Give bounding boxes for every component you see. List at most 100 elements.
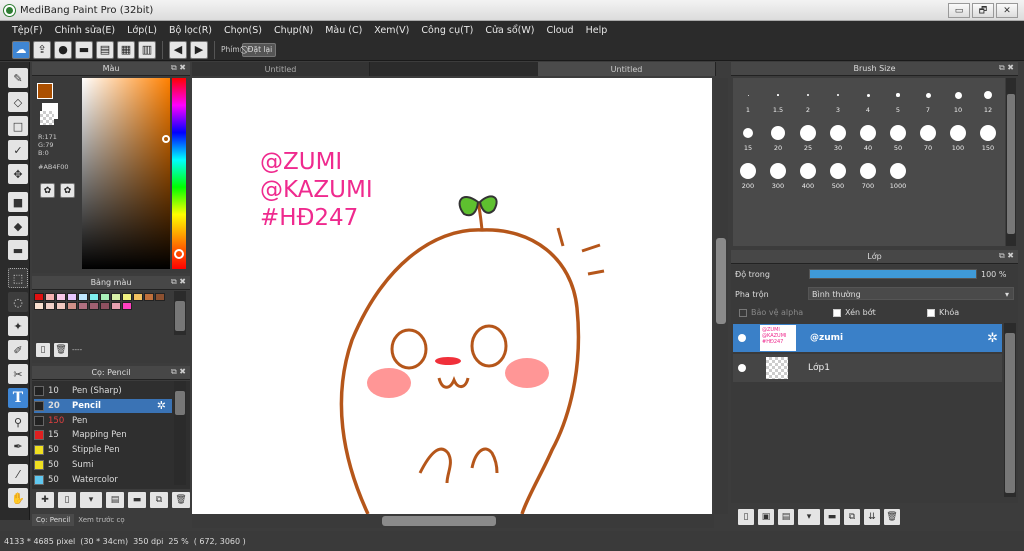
hue-slider[interactable] bbox=[172, 78, 186, 269]
shape-tool-icon[interactable]: □ bbox=[8, 116, 28, 136]
new-palette-icon[interactable]: ▯ bbox=[36, 343, 50, 357]
menu-color[interactable]: Màu (C) bbox=[319, 25, 368, 36]
color-picker-icon[interactable]: ✿ bbox=[60, 183, 75, 198]
palette-scrollbar[interactable] bbox=[174, 291, 186, 335]
palette-color-swatch[interactable] bbox=[78, 293, 88, 301]
palette-color-swatch[interactable] bbox=[155, 293, 165, 301]
merge-layer-icon[interactable]: ⇊ bbox=[864, 509, 880, 525]
brush-item[interactable]: 50 Sumi bbox=[34, 458, 172, 472]
tab-document-1[interactable]: Untitled bbox=[192, 62, 370, 76]
hand-tool-icon[interactable]: ✋ bbox=[8, 488, 28, 508]
select-eraser-icon[interactable]: ✂ bbox=[8, 364, 28, 384]
cloud-icon[interactable]: ☁ bbox=[12, 40, 30, 59]
duplicate-brush-icon[interactable]: ⧉ bbox=[150, 492, 168, 508]
new-halftone-layer-icon[interactable]: ▣ bbox=[758, 509, 774, 525]
brush-size-option[interactable]: 20 bbox=[763, 122, 793, 152]
undo-icon[interactable]: ◀ bbox=[169, 40, 187, 59]
canvas-horizontal-scrollbar[interactable] bbox=[192, 514, 714, 528]
fill-rect-icon[interactable]: ■ bbox=[8, 192, 28, 212]
tab-brush[interactable]: Cọ: Pencil bbox=[32, 514, 75, 526]
reset-button[interactable]: ⃠Đặt lại bbox=[241, 42, 277, 57]
palette-color-swatch[interactable] bbox=[89, 302, 99, 310]
select-rect-icon[interactable]: ⬚ bbox=[8, 268, 28, 288]
transparent-swatch[interactable] bbox=[40, 111, 54, 125]
brush-size-option[interactable]: 700 bbox=[853, 160, 883, 190]
menu-edit[interactable]: Chỉnh sửa(E) bbox=[49, 25, 122, 36]
comment-icon[interactable]: ● bbox=[54, 40, 72, 59]
brush-settings-icon[interactable]: ✲ bbox=[157, 399, 166, 412]
brush-item[interactable]: 15 Mapping Pen bbox=[34, 428, 172, 442]
brush-size-close-icon[interactable]: ⧉ ✖ bbox=[999, 63, 1014, 73]
brush-item[interactable]: 50 Stipple Pen bbox=[34, 443, 172, 457]
document-icon[interactable]: ▤ bbox=[96, 40, 114, 59]
menu-cloud[interactable]: Cloud bbox=[540, 25, 579, 36]
gradient-tool-icon[interactable]: ▬ bbox=[8, 240, 28, 260]
tab-document-2[interactable]: Untitled bbox=[538, 62, 716, 76]
menu-window[interactable]: Cửa sổ(W) bbox=[479, 25, 540, 36]
add-brush-icon[interactable]: ✚ bbox=[36, 492, 54, 508]
delete-palette-icon[interactable]: 🗑 bbox=[54, 343, 68, 357]
brush-size-scrollbar[interactable] bbox=[1006, 78, 1016, 246]
menu-filter[interactable]: Bộ lọc(R) bbox=[163, 25, 218, 36]
layer-scrollbar[interactable] bbox=[1004, 323, 1016, 497]
brush-size-option[interactable]: 200 bbox=[733, 160, 763, 190]
magic-wand-icon[interactable]: ✦ bbox=[8, 316, 28, 336]
brush-size-option[interactable]: 40 bbox=[853, 122, 883, 152]
menu-tools[interactable]: Công cụ(T) bbox=[415, 25, 479, 36]
palette-color-swatch[interactable] bbox=[133, 293, 143, 301]
canvas-vertical-scrollbar[interactable] bbox=[714, 78, 728, 514]
menu-layer[interactable]: Lớp(L) bbox=[121, 25, 163, 36]
brush-size-option[interactable]: 12 bbox=[973, 84, 1003, 114]
brush-size-option[interactable]: 300 bbox=[763, 160, 793, 190]
redo-icon[interactable]: ▶ bbox=[190, 40, 208, 59]
eyedropper-icon[interactable]: ⁄ bbox=[8, 464, 28, 484]
minimize-button[interactable]: ▭ bbox=[948, 3, 970, 18]
brush-size-option[interactable]: 400 bbox=[793, 160, 823, 190]
brush-doc-icon[interactable]: ▤ bbox=[106, 492, 124, 508]
new-folder-icon[interactable]: ▬ bbox=[824, 509, 840, 525]
layer-visibility-icon[interactable] bbox=[738, 334, 746, 342]
export-icon[interactable]: ⇪ bbox=[33, 40, 51, 59]
brush-size-option[interactable]: 100 bbox=[943, 122, 973, 152]
palette-color-swatch[interactable] bbox=[78, 302, 88, 310]
dropper-tool-icon[interactable]: ✒ bbox=[8, 436, 28, 456]
layer-row-lop1[interactable]: Lớp1 bbox=[733, 354, 1002, 382]
brush-size-option[interactable]: 150 bbox=[973, 122, 1003, 152]
brush-size-option[interactable]: 1 bbox=[733, 84, 763, 114]
palette-color-swatch[interactable] bbox=[56, 293, 66, 301]
new-layer-icon[interactable]: ▯ bbox=[738, 509, 754, 525]
brush-size-option[interactable]: 3 bbox=[823, 84, 853, 114]
brush-size-option[interactable]: 4 bbox=[853, 84, 883, 114]
palette-color-swatch[interactable] bbox=[89, 293, 99, 301]
brush-size-option[interactable]: 25 bbox=[793, 122, 823, 152]
bucket-tool-icon[interactable]: ◆ bbox=[8, 216, 28, 236]
operation-tool-icon[interactable]: ⚲ bbox=[8, 412, 28, 432]
blend-mode-select[interactable]: Bình thường ▾ bbox=[808, 287, 1014, 300]
palette-color-swatch[interactable] bbox=[67, 302, 77, 310]
message-icon[interactable]: ▬ bbox=[75, 40, 93, 59]
restore-button[interactable]: 🗗 bbox=[972, 3, 994, 18]
dot-brush-icon[interactable]: ✓ bbox=[8, 140, 28, 160]
brush-size-option[interactable]: 1000 bbox=[883, 160, 913, 190]
protect-alpha-checkbox[interactable]: Bảo vệ alpha bbox=[739, 308, 803, 317]
brush-item[interactable]: 50 Watercolor bbox=[34, 473, 172, 487]
palette-color-swatch[interactable] bbox=[56, 302, 66, 310]
brush-size-option[interactable]: 500 bbox=[823, 160, 853, 190]
color-wheel-icon[interactable]: ✿ bbox=[40, 183, 55, 198]
palette-color-swatch[interactable] bbox=[100, 293, 110, 301]
menu-help[interactable]: Help bbox=[580, 25, 614, 36]
palette-color-swatch[interactable] bbox=[45, 302, 55, 310]
brush-tool-icon[interactable]: ✎ bbox=[8, 68, 28, 88]
menu-snap[interactable]: Chụp(N) bbox=[268, 25, 319, 36]
grid-icon[interactable]: ▥ bbox=[138, 40, 156, 59]
palette-color-swatch[interactable] bbox=[34, 302, 44, 310]
brush-item[interactable]: 20 Pencil ✲ bbox=[34, 398, 172, 413]
move-tool-icon[interactable]: ✥ bbox=[8, 164, 28, 184]
palette-color-swatch[interactable] bbox=[111, 302, 121, 310]
new-8bit-layer-icon[interactable]: ▤ bbox=[778, 509, 794, 525]
tab-brush-preview[interactable]: Xem trước cọ bbox=[74, 514, 128, 526]
add-layer-menu-icon[interactable]: ▾ bbox=[798, 509, 820, 525]
close-button[interactable]: ✕ bbox=[996, 3, 1018, 18]
brush-size-option[interactable]: 5 bbox=[883, 84, 913, 114]
drawing-canvas[interactable]: @ZUMI @KAZUMI #HĐ247 bbox=[192, 78, 712, 514]
